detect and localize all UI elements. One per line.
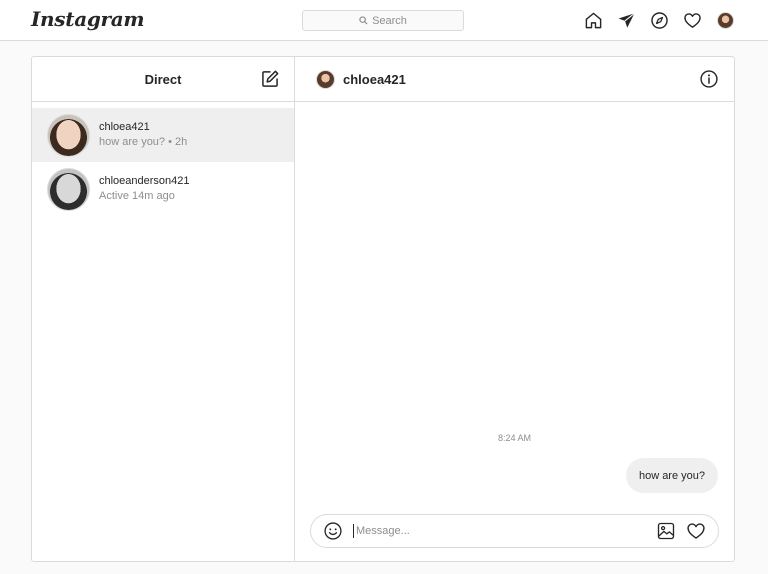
thread-item[interactable]: chloeanderson421 Active 14m ago	[32, 162, 294, 216]
message-bubble[interactable]: how are you?	[625, 458, 718, 493]
home-icon[interactable]	[584, 11, 603, 30]
avatar	[47, 113, 90, 157]
avatar[interactable]	[316, 69, 335, 89]
avatar	[47, 167, 90, 211]
avatar	[717, 12, 734, 29]
direct-icon[interactable]	[617, 11, 636, 30]
thread-text: chloeanderson421 Active 14m ago	[99, 174, 190, 204]
instagram-logo[interactable]: Instagram	[31, 7, 145, 31]
chat-header: chloea421	[295, 57, 734, 102]
search-placeholder: Search	[372, 14, 407, 27]
inbox-sidebar: Direct chloea421 how are you? • 2h chloe…	[32, 57, 295, 561]
thread-preview: how are you? • 2h	[99, 136, 188, 148]
chat-username[interactable]: chloea421	[343, 72, 406, 87]
message-composer	[310, 514, 719, 548]
explore-icon[interactable]	[650, 11, 669, 30]
thread-item[interactable]: chloea421 how are you? • 2h	[32, 108, 294, 162]
nav-icons	[584, 11, 735, 30]
top-nav: Instagram Search	[0, 0, 768, 41]
thread-name: chloeanderson421	[99, 175, 190, 187]
thread-list: chloea421 how are you? • 2h chloeanderso…	[32, 102, 294, 216]
emoji-icon[interactable]	[323, 521, 343, 541]
compose-icon[interactable]	[260, 69, 280, 89]
chat-pane: chloea421 8:24 AM how are you?	[295, 57, 734, 561]
info-icon[interactable]	[699, 69, 719, 89]
search-icon	[359, 16, 372, 25]
inbox-header: Direct	[32, 57, 294, 102]
thread-name: chloea421	[99, 121, 150, 133]
heart-icon[interactable]	[686, 521, 706, 541]
image-icon[interactable]	[656, 521, 676, 541]
heart-icon[interactable]	[683, 11, 702, 30]
message-input[interactable]	[353, 524, 656, 538]
inbox-title: Direct	[144, 71, 182, 87]
thread-status: Active 14m ago	[99, 190, 175, 202]
profile-avatar[interactable]	[716, 11, 735, 30]
message-timestamp: 8:24 AM	[497, 433, 532, 443]
thread-text: chloea421 how are you? • 2h	[99, 120, 187, 150]
direct-panel: Direct chloea421 how are you? • 2h chloe…	[31, 56, 735, 562]
search-box[interactable]: Search	[302, 10, 464, 31]
